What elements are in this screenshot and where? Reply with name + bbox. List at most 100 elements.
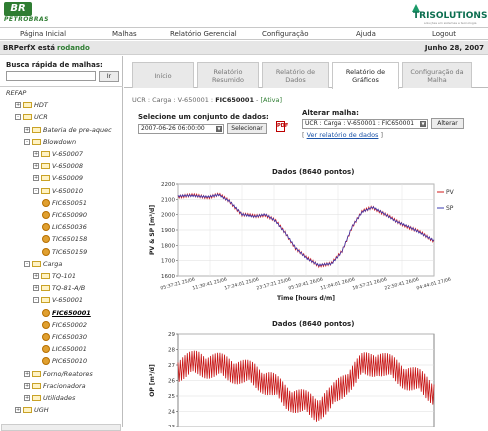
tree-node-label: TQ-101 bbox=[52, 272, 76, 280]
view-data-report-link[interactable]: Ver relatório de dados bbox=[307, 131, 379, 139]
expand-icon[interactable]: + bbox=[33, 151, 39, 157]
tab-4[interactable]: Relatório de Gráficos bbox=[332, 62, 399, 89]
menu-item-logout[interactable]: Logout bbox=[432, 30, 456, 38]
y-tick-label: 1600 bbox=[161, 274, 175, 280]
tree-node-label: FIC650030 bbox=[52, 333, 88, 341]
sidebar-horizontal-scrollbar[interactable] bbox=[1, 424, 121, 431]
tree-node[interactable]: - Blowdown bbox=[24, 138, 76, 148]
menu-item-help[interactable]: Ajuda bbox=[356, 30, 376, 38]
tree-node[interactable]: - UCR bbox=[15, 113, 48, 123]
tree-node[interactable]: FIC650001 bbox=[42, 308, 91, 319]
collapse-icon[interactable]: - bbox=[33, 187, 39, 194]
tree-node-label: PIC650010 bbox=[52, 357, 88, 366]
expand-icon[interactable]: + bbox=[24, 370, 30, 377]
quick-search-input[interactable] bbox=[6, 71, 96, 81]
expand-icon[interactable]: + bbox=[15, 407, 21, 414]
tree-node[interactable]: REFAP bbox=[6, 89, 26, 99]
tree-node[interactable]: PIC650010 bbox=[42, 357, 87, 367]
tab-label-line2: Resumido bbox=[212, 76, 244, 84]
tree-node[interactable]: TIC650158 bbox=[42, 235, 87, 245]
folder-icon bbox=[32, 370, 41, 377]
menu-item-loops[interactable]: Malhas bbox=[112, 30, 137, 38]
expand-icon[interactable]: + bbox=[15, 102, 21, 109]
collapse-icon[interactable]: - bbox=[24, 260, 30, 267]
collapse-icon[interactable]: - bbox=[33, 297, 39, 304]
y-tick-label: 29 bbox=[168, 332, 175, 338]
tab-label: Início bbox=[154, 72, 172, 80]
dataset-label: Selecione um conjunto de dados: bbox=[138, 113, 269, 121]
x-tick-label: 16:57:21 26/06 bbox=[352, 277, 388, 292]
tree-node[interactable]: + HDT bbox=[15, 101, 48, 111]
tab-label-line2: Dados bbox=[285, 76, 306, 84]
pv-sp-chart: 160017001800190020002100220005:37:21 25/… bbox=[149, 182, 455, 302]
tree-node-label: HDT bbox=[34, 101, 48, 110]
menu-item-management-report[interactable]: Relatório Gerencial bbox=[170, 30, 237, 38]
tree-node[interactable]: + Utilidades bbox=[24, 394, 75, 404]
tree-node[interactable]: + TQ-101 bbox=[33, 272, 76, 282]
collapse-icon[interactable]: - bbox=[24, 138, 30, 145]
folder-icon bbox=[41, 163, 50, 170]
quick-search-label: Busca rápida de malhas: bbox=[6, 61, 103, 69]
tree-node-label: TIC650159 bbox=[52, 247, 88, 256]
expand-icon[interactable]: + bbox=[33, 163, 39, 170]
tree-node[interactable]: + Fracionadora bbox=[24, 382, 86, 392]
dataset-select[interactable]: 2007-06-26 06:00:00 ▼ bbox=[138, 124, 224, 134]
tree-node[interactable]: FIC650090 bbox=[42, 211, 87, 221]
tree-node[interactable]: - Carga bbox=[24, 260, 62, 270]
tab-2[interactable]: Relatório Resumido bbox=[197, 62, 259, 88]
expand-icon[interactable]: + bbox=[33, 175, 39, 182]
tree-node[interactable]: FIC650030 bbox=[42, 333, 87, 343]
change-loop-select[interactable]: UCR : Carga : V-650001 : FIC650001 ▼ bbox=[302, 119, 428, 129]
y-tick-label: 26 bbox=[168, 379, 175, 385]
tree-node[interactable]: TIC650159 bbox=[42, 247, 88, 258]
select-dataset-button[interactable]: Selecionar bbox=[227, 123, 267, 134]
tab-5[interactable]: Configuração da Malha bbox=[402, 62, 472, 88]
tree-node-label: LIC650001 bbox=[52, 345, 87, 354]
quick-search-button[interactable]: Ir bbox=[99, 71, 119, 82]
menu-item-home[interactable]: Página Inicial bbox=[20, 30, 66, 38]
op-chart: 23242526272829OP [m³/d] bbox=[149, 332, 435, 427]
tab-3[interactable]: Relatório de Dados bbox=[262, 62, 329, 88]
loop-tree: REFAP + HDT - UCR + Bateria de pre-aquec - Blowd… bbox=[0, 86, 123, 424]
collapse-icon[interactable]: - bbox=[15, 114, 21, 121]
tree-node[interactable]: + V-650007 bbox=[33, 150, 83, 160]
tree-node[interactable]: + UGH bbox=[15, 406, 49, 416]
folder-icon bbox=[23, 114, 32, 121]
x-tick-label: 17:24:01 25/06 bbox=[224, 277, 260, 292]
gear-icon bbox=[42, 211, 50, 219]
tree-node[interactable]: + V-650009 bbox=[33, 174, 83, 184]
tree-node-label: Utilidades bbox=[43, 394, 76, 402]
expand-icon[interactable]: + bbox=[24, 382, 30, 389]
tree-node[interactable]: - V-650001 bbox=[33, 296, 83, 306]
folder-icon bbox=[32, 138, 41, 145]
expand-icon[interactable]: + bbox=[33, 285, 39, 292]
tree-node[interactable]: FIC650002 bbox=[42, 320, 87, 331]
tab-label: Relatório de bbox=[275, 68, 316, 76]
tab-1[interactable]: Início bbox=[132, 62, 194, 88]
trisolutions-logo: TRISOLUTIONS bbox=[413, 11, 488, 21]
folder-icon bbox=[41, 297, 50, 304]
chart2-title: Dados (8640 pontos) bbox=[272, 320, 355, 328]
tree-node[interactable]: + TQ-81-A/B bbox=[33, 284, 85, 294]
tree-node-label: REFAP bbox=[6, 89, 27, 97]
tree-node[interactable]: LIC650036 bbox=[42, 223, 87, 233]
tree-node-label: FIC650001 bbox=[52, 308, 91, 317]
tree-node-label: Bateria de pre-aquec bbox=[43, 125, 112, 134]
x-tick-label: 04:44:01 27/06 bbox=[416, 277, 452, 292]
x-tick-label: 22:50:41 26/06 bbox=[384, 277, 420, 292]
x-tick-label: 23:17:21 25/06 bbox=[256, 277, 292, 292]
expand-icon[interactable]: + bbox=[24, 395, 30, 401]
y-tick-label: 1900 bbox=[161, 228, 175, 234]
tree-node[interactable]: + Forno/Reatores bbox=[24, 370, 93, 380]
expand-icon[interactable]: + bbox=[33, 273, 39, 279]
menu-item-configuration[interactable]: Configuração bbox=[262, 30, 308, 38]
expand-icon[interactable]: + bbox=[24, 126, 30, 133]
pdf-export-icon[interactable]: PDF bbox=[276, 121, 288, 132]
tree-node-label: FIC650051 bbox=[52, 198, 88, 207]
tree-node[interactable]: LIC650001 bbox=[42, 345, 87, 355]
tree-node[interactable]: + V-650008 bbox=[33, 162, 83, 172]
change-loop-button[interactable]: Alterar bbox=[431, 118, 464, 129]
tree-node[interactable]: FIC650051 bbox=[42, 198, 88, 209]
tree-node[interactable]: - V-650010 bbox=[33, 187, 83, 197]
tree-node[interactable]: + Bateria de pre-aquec bbox=[24, 126, 112, 136]
